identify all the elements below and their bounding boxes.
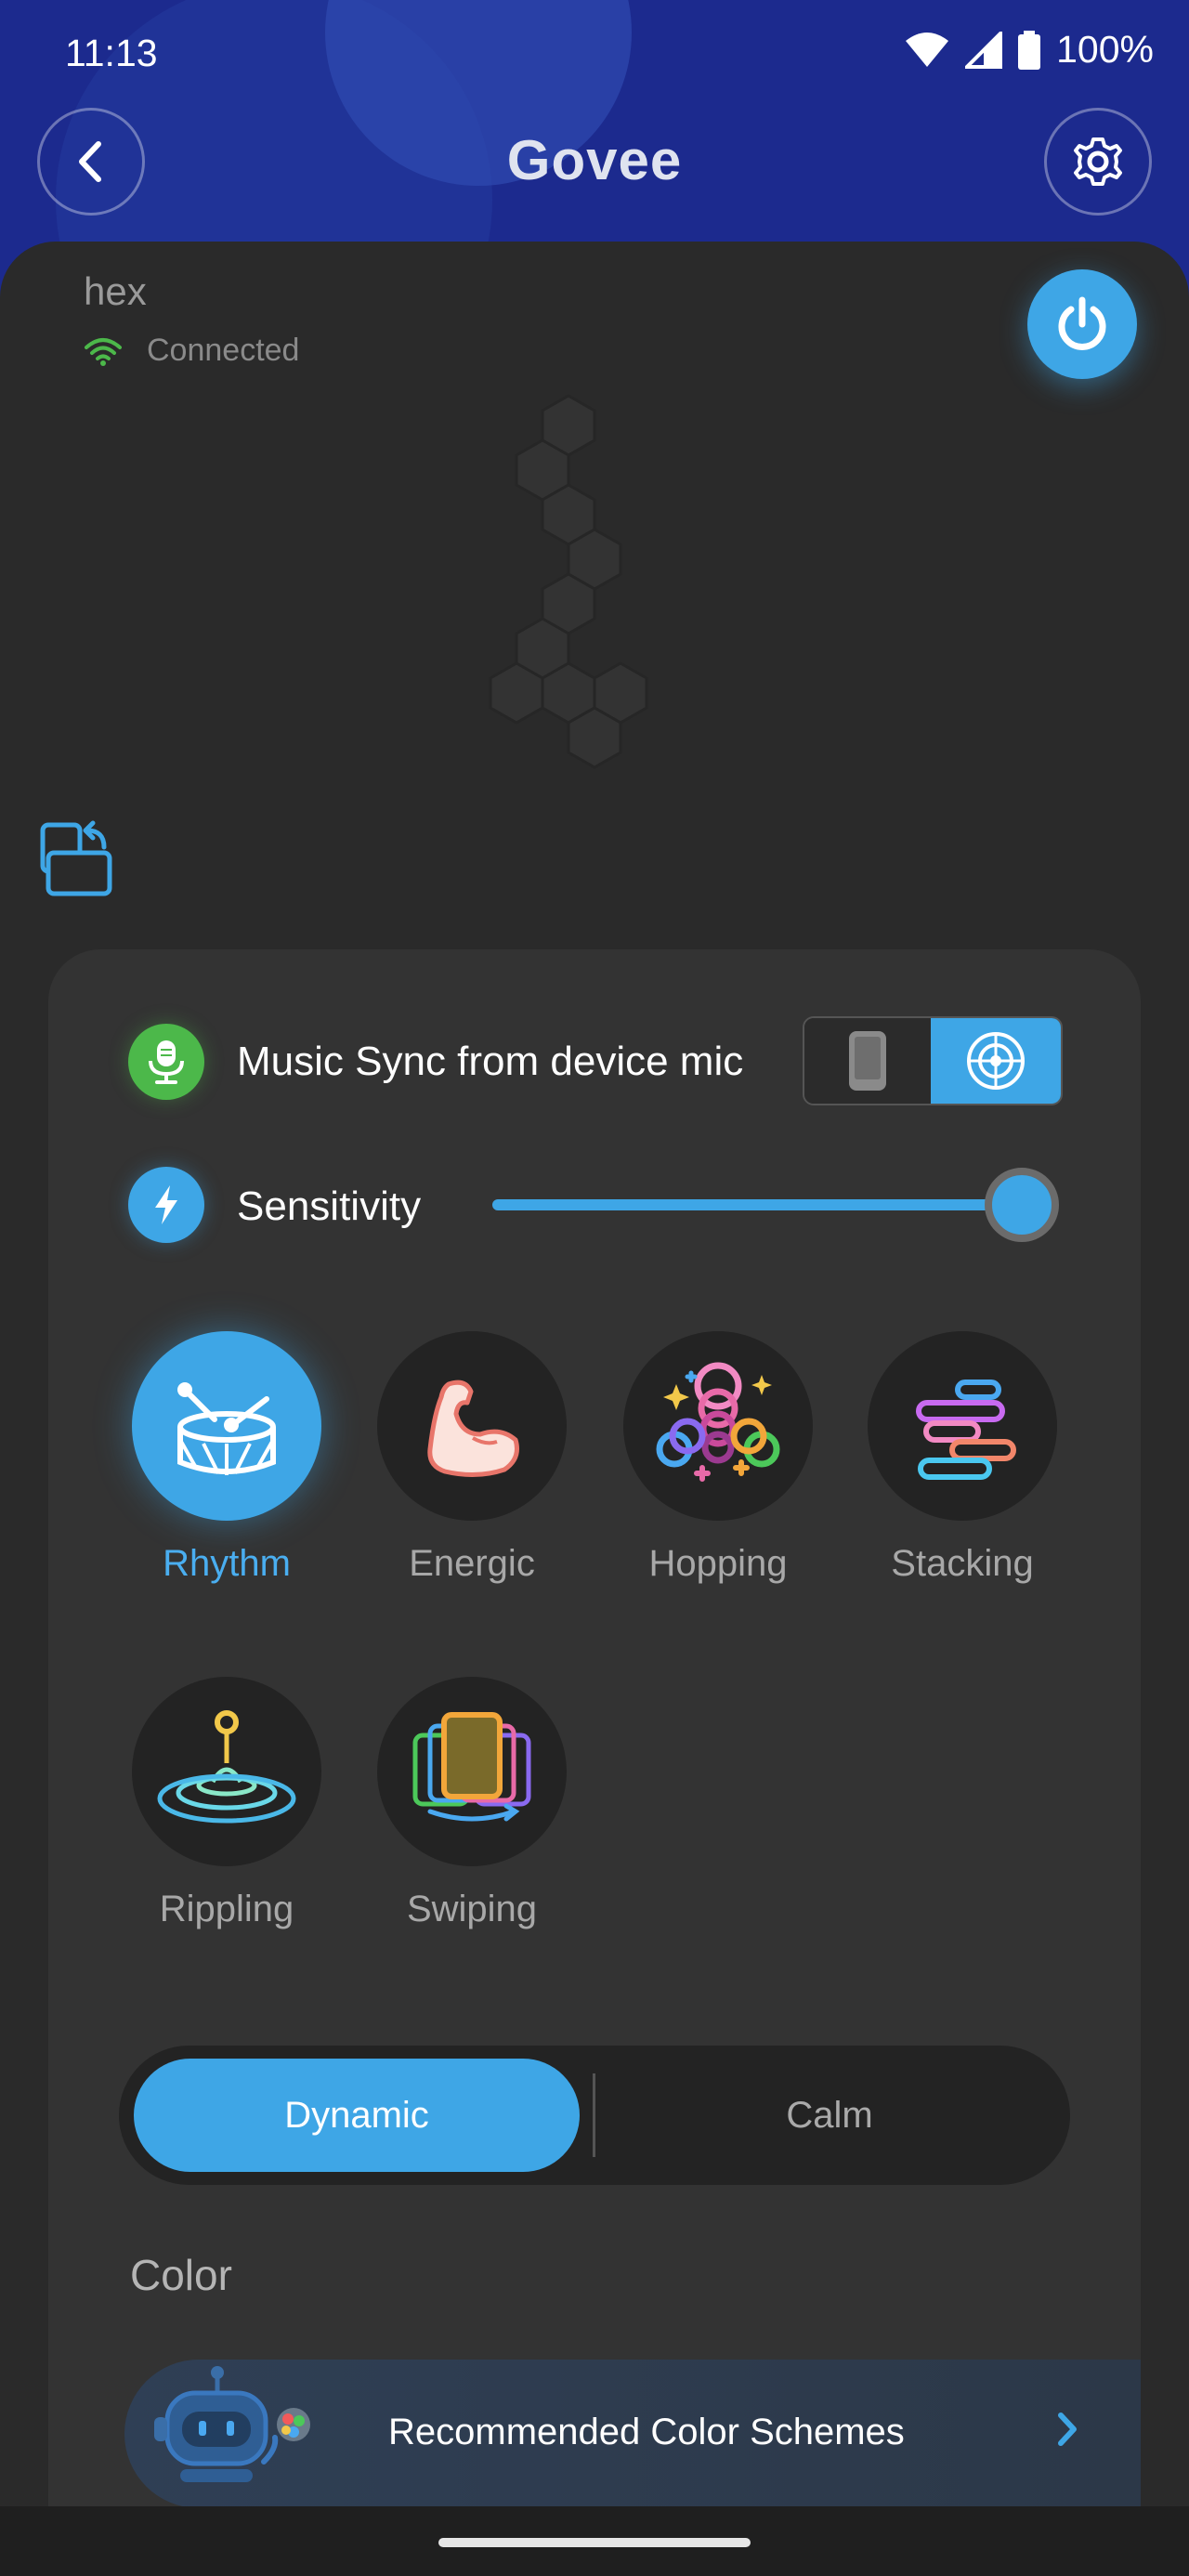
status-bar: 11:13 100% <box>0 0 1189 108</box>
mode-rhythm[interactable]: Rhythm <box>129 1331 324 1585</box>
device-mic-source-option[interactable] <box>931 1018 1061 1104</box>
wifi-icon <box>906 32 949 67</box>
chevron-right-icon <box>1058 2413 1077 2446</box>
govee-logo: Govee <box>506 129 683 191</box>
mode-label: Stacking <box>891 1543 1034 1584</box>
audio-source-toggle <box>803 1016 1063 1105</box>
hex-panel <box>489 661 544 725</box>
style-divider <box>593 2073 595 2157</box>
sensitivity-slider-track[interactable] <box>492 1199 1022 1210</box>
mode-label: Rhythm <box>163 1543 291 1584</box>
mode-hopping[interactable]: Hopping <box>621 1331 816 1585</box>
signal-icon <box>965 31 1003 69</box>
back-button[interactable] <box>37 108 145 216</box>
lightning-icon <box>155 1185 177 1224</box>
battery-icon <box>1018 30 1041 70</box>
stacking-bars-icon <box>916 1380 1016 1480</box>
mode-swiping-circle[interactable] <box>377 1677 567 1866</box>
rotate-icon <box>40 820 112 896</box>
home-gesture-pill[interactable] <box>438 2538 751 2547</box>
speaker-target-icon <box>967 1032 1026 1090</box>
microphone-icon <box>149 1040 184 1084</box>
flexed-arm-icon <box>427 1380 519 1478</box>
hex-panel <box>567 706 622 769</box>
mode-label: Energic <box>409 1543 535 1584</box>
mode-rippling-circle[interactable] <box>132 1677 321 1866</box>
hex-layout-preview <box>489 394 648 769</box>
mic-badge <box>128 1024 204 1100</box>
mode-energic-circle[interactable] <box>377 1331 567 1521</box>
gear-icon <box>1074 137 1122 186</box>
robot-palette-icon <box>154 2366 310 2482</box>
mode-rhythm-circle[interactable] <box>132 1331 321 1521</box>
mode-label: Rippling <box>159 1889 294 1929</box>
mode-hopping-circle[interactable] <box>623 1331 813 1521</box>
sensitivity-badge <box>128 1167 204 1243</box>
wifi-connected-icon <box>85 337 122 366</box>
mode-stacking[interactable]: Stacking <box>865 1331 1060 1585</box>
connection-status: Connected <box>84 333 299 369</box>
connection-text: Connected <box>147 333 300 368</box>
mode-label: Hopping <box>648 1543 788 1584</box>
mode-swiping[interactable]: Swiping <box>374 1677 569 1930</box>
color-section-title: Color <box>130 2251 232 2299</box>
phone-source-option[interactable] <box>804 1018 932 1104</box>
phone-icon <box>849 1031 887 1091</box>
music-source-label: Music Sync from device mic <box>237 1039 744 1084</box>
recommended-color-schemes-label: Recommended Color Schemes <box>388 2412 905 2452</box>
swipe-cards-icon <box>412 1712 531 1822</box>
back-arrow-icon <box>79 141 101 182</box>
device-name: hex <box>84 269 147 313</box>
drum-icon <box>177 1382 276 1475</box>
recommended-color-schemes-button[interactable]: Recommended Color Schemes <box>124 2360 1141 2508</box>
mode-energic[interactable]: Energic <box>374 1331 569 1585</box>
ripple-icon <box>157 1710 296 1824</box>
settings-button[interactable] <box>1044 108 1152 216</box>
power-button[interactable] <box>1027 269 1137 379</box>
style-calm-option[interactable]: Calm <box>602 2059 1057 2172</box>
sensitivity-label: Sensitivity <box>237 1183 422 1229</box>
hopping-rings-icon <box>656 1362 780 1482</box>
style-dynamic-option[interactable]: Dynamic <box>134 2059 580 2172</box>
rotate-layout-button[interactable] <box>35 817 119 901</box>
power-icon <box>1058 296 1106 350</box>
battery-percent: 100% <box>1056 28 1154 71</box>
status-time: 11:13 <box>65 32 158 74</box>
mode-label: Swiping <box>406 1889 538 1929</box>
mode-stacking-circle[interactable] <box>868 1331 1057 1521</box>
mode-rippling[interactable]: Rippling <box>129 1677 324 1930</box>
status-icons: 100% <box>904 28 1154 72</box>
sensitivity-slider-thumb[interactable] <box>985 1168 1059 1242</box>
style-toggle: Dynamic Calm <box>119 2046 1070 2185</box>
system-nav-bar <box>0 2506 1189 2576</box>
